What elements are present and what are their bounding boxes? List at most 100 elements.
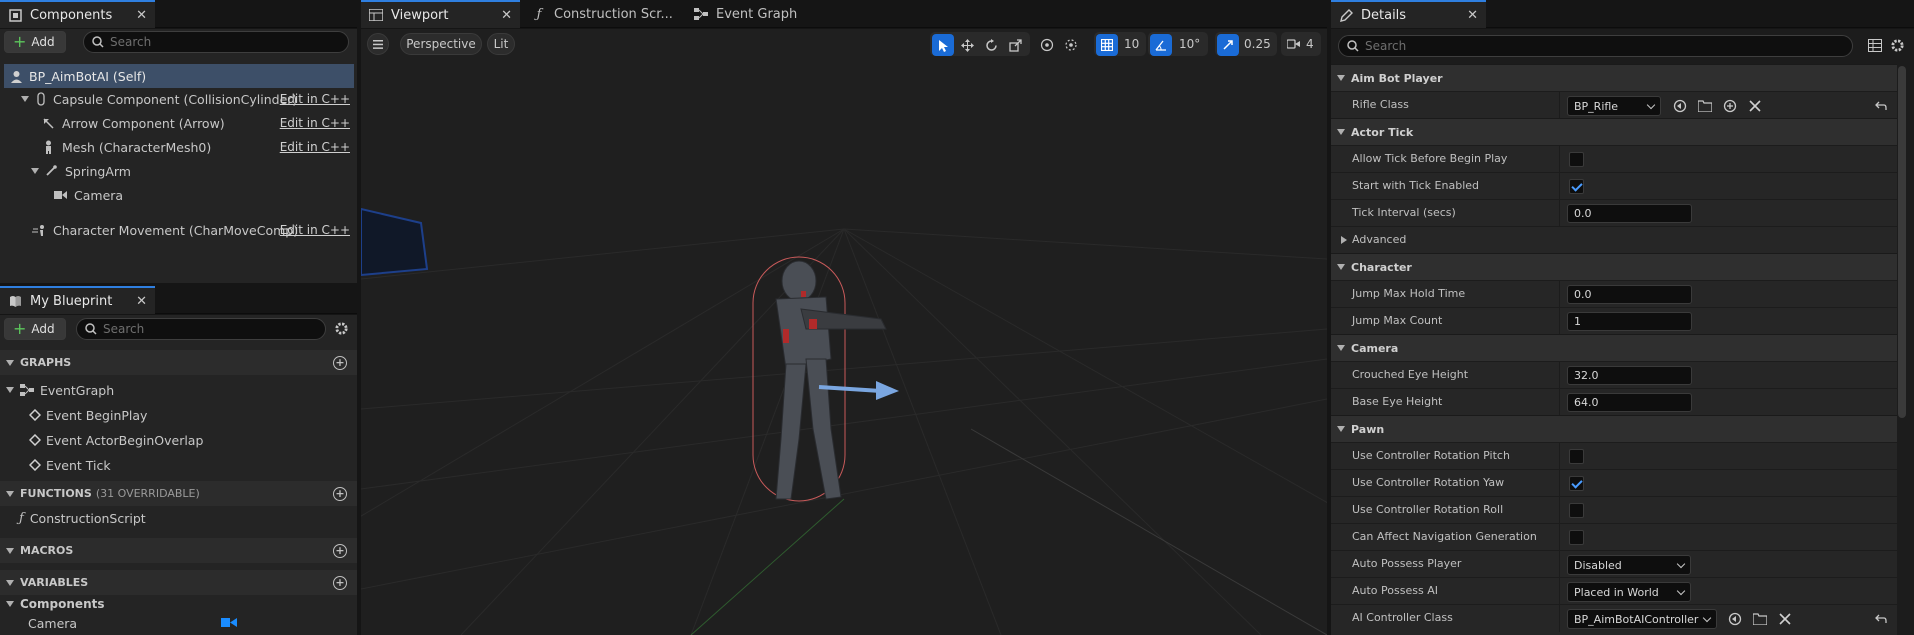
category-aim-bot-player[interactable]: Aim Bot Player (1331, 64, 1897, 91)
collapse-arrow-icon[interactable] (1337, 129, 1345, 135)
close-icon[interactable]: ✕ (136, 8, 147, 23)
collapse-arrow-icon[interactable] (6, 601, 14, 607)
surface-snap-icon[interactable] (1060, 34, 1082, 56)
rifle-class-dropdown[interactable]: BP_Rifle (1567, 96, 1661, 116)
world-local-icon[interactable] (1036, 34, 1058, 56)
collapse-arrow-icon[interactable] (6, 387, 14, 393)
collapse-arrow-icon[interactable] (6, 490, 14, 497)
browse-asset-icon[interactable] (1672, 98, 1687, 113)
component-row-camera[interactable]: Camera (0, 183, 357, 207)
event-item[interactable]: Event BeginPlay (0, 403, 147, 427)
details-search-input[interactable]: Search (1338, 35, 1853, 57)
collapse-arrow-icon[interactable] (1337, 426, 1345, 432)
crouched-eye-input[interactable]: 32.0 (1567, 366, 1692, 385)
reset-to-default-icon[interactable] (1873, 611, 1888, 626)
grid-snap-value[interactable]: 10 (1124, 37, 1139, 51)
tick-interval-input[interactable]: 0.0 (1567, 204, 1692, 223)
auto-possess-player-dropdown[interactable]: Disabled (1567, 555, 1691, 575)
components-search-input[interactable]: Search (83, 31, 349, 53)
select-tool-icon[interactable] (932, 34, 954, 56)
tab-construction-script[interactable]: ƒ Construction Scr... (524, 0, 684, 28)
component-row-charmove[interactable]: Character Movement (CharMoveComp) Edit i… (0, 218, 357, 242)
settings-gear-icon[interactable] (334, 321, 349, 339)
close-icon[interactable]: ✕ (501, 8, 512, 23)
collapse-arrow-icon[interactable] (1337, 75, 1345, 81)
component-root-row[interactable]: BP_AimBotAI (Self) (4, 64, 354, 88)
event-item[interactable]: Event ActorBeginOverlap (0, 428, 203, 452)
advanced-expander[interactable]: Advanced (1331, 226, 1897, 253)
category-actor-tick[interactable]: Actor Tick (1331, 118, 1897, 145)
add-new-icon[interactable] (1722, 98, 1737, 113)
add-macro-icon[interactable]: + (333, 543, 347, 558)
edit-in-cpp-link[interactable]: Edit in C++ (280, 92, 350, 106)
add-graph-icon[interactable]: + (333, 355, 347, 370)
camera-speed-value[interactable]: 4 (1306, 37, 1314, 51)
component-row-springarm[interactable]: SpringArm (0, 159, 357, 183)
auto-possess-ai-dropdown[interactable]: Placed in World (1567, 582, 1691, 602)
reset-to-default-icon[interactable] (1873, 98, 1888, 113)
scale-snap-value[interactable]: 0.25 (1244, 37, 1271, 51)
graphs-section-header[interactable]: GRAPHS + (0, 350, 357, 375)
base-eye-input[interactable]: 64.0 (1567, 393, 1692, 412)
expand-arrow-icon[interactable] (1341, 236, 1347, 244)
property-matrix-icon[interactable] (1868, 39, 1882, 55)
variables-section-header[interactable]: VARIABLES + (0, 570, 357, 595)
rotation-pitch-checkbox[interactable] (1569, 449, 1584, 464)
category-character[interactable]: Character (1331, 253, 1897, 280)
clear-icon[interactable] (1777, 611, 1792, 626)
tab-components[interactable]: Components ✕ (0, 0, 155, 28)
clear-icon[interactable] (1747, 98, 1762, 113)
jump-count-input[interactable]: 1 (1567, 312, 1692, 331)
tab-event-graph[interactable]: Event Graph (686, 0, 826, 28)
settings-gear-icon[interactable] (1890, 38, 1905, 56)
grid-snap-icon[interactable] (1096, 34, 1118, 56)
edit-in-cpp-link[interactable]: Edit in C++ (280, 223, 350, 237)
browse-asset-icon[interactable] (1727, 611, 1742, 626)
event-item[interactable]: Event Tick (0, 453, 111, 477)
view-mode-button[interactable]: Lit (487, 33, 515, 55)
category-pawn[interactable]: Pawn (1331, 415, 1897, 442)
add-component-button[interactable]: + Add (4, 31, 66, 53)
open-folder-icon[interactable] (1752, 611, 1767, 626)
rotation-roll-checkbox[interactable] (1569, 503, 1584, 518)
functions-section-header[interactable]: FUNCTIONS (31 OVERRIDABLE) + (0, 481, 357, 506)
collapse-arrow-icon[interactable] (31, 168, 39, 174)
collapse-arrow-icon[interactable] (1337, 345, 1345, 351)
rotate-tool-icon[interactable] (980, 34, 1002, 56)
rotation-snap-icon[interactable] (1150, 34, 1172, 56)
edit-in-cpp-link[interactable]: Edit in C++ (280, 116, 350, 130)
collapse-arrow-icon[interactable] (6, 359, 14, 366)
details-scrollbar[interactable] (1898, 66, 1906, 418)
variable-item-camera[interactable]: Camera (0, 613, 357, 633)
graph-item-eventgraph[interactable]: EventGraph (0, 378, 114, 402)
function-item-construction[interactable]: ƒ ConstructionScript (0, 506, 146, 530)
close-icon[interactable]: ✕ (1467, 8, 1478, 23)
perspective-button[interactable]: Perspective (400, 33, 482, 55)
component-row-arrow[interactable]: Arrow Component (Arrow) Edit in C++ (0, 111, 357, 135)
variable-group-components[interactable]: Components (0, 594, 105, 614)
add-variable-icon[interactable]: + (333, 575, 347, 590)
jump-hold-input[interactable]: 0.0 (1567, 285, 1692, 304)
add-blueprint-item-button[interactable]: + Add (4, 318, 66, 340)
category-camera[interactable]: Camera (1331, 334, 1897, 361)
collapse-arrow-icon[interactable] (21, 96, 29, 102)
collapse-arrow-icon[interactable] (6, 547, 14, 554)
affect-navigation-checkbox[interactable] (1569, 530, 1584, 545)
move-tool-icon[interactable] (956, 34, 978, 56)
viewport-canvas[interactable]: Perspective Lit 10 10° 0.25 4 (361, 29, 1327, 635)
tab-my-blueprint[interactable]: My Blueprint ✕ (0, 286, 155, 314)
start-tick-checkbox[interactable] (1569, 179, 1584, 194)
tab-viewport[interactable]: Viewport ✕ (361, 0, 520, 28)
macros-section-header[interactable]: MACROS + (0, 538, 357, 563)
allow-tick-checkbox[interactable] (1569, 152, 1584, 167)
open-folder-icon[interactable] (1697, 98, 1712, 113)
blueprint-search-input[interactable]: Search (76, 318, 326, 340)
collapse-arrow-icon[interactable] (6, 579, 14, 586)
component-row-capsule[interactable]: Capsule Component (CollisionCylinder) Ed… (0, 87, 357, 111)
scale-tool-icon[interactable] (1004, 34, 1026, 56)
component-row-mesh[interactable]: Mesh (CharacterMesh0) Edit in C++ (0, 135, 357, 159)
collapse-arrow-icon[interactable] (1337, 264, 1345, 270)
rotation-snap-value[interactable]: 10° (1179, 37, 1200, 51)
add-function-icon[interactable]: + (333, 486, 347, 501)
viewport-menu-button[interactable] (367, 33, 389, 55)
